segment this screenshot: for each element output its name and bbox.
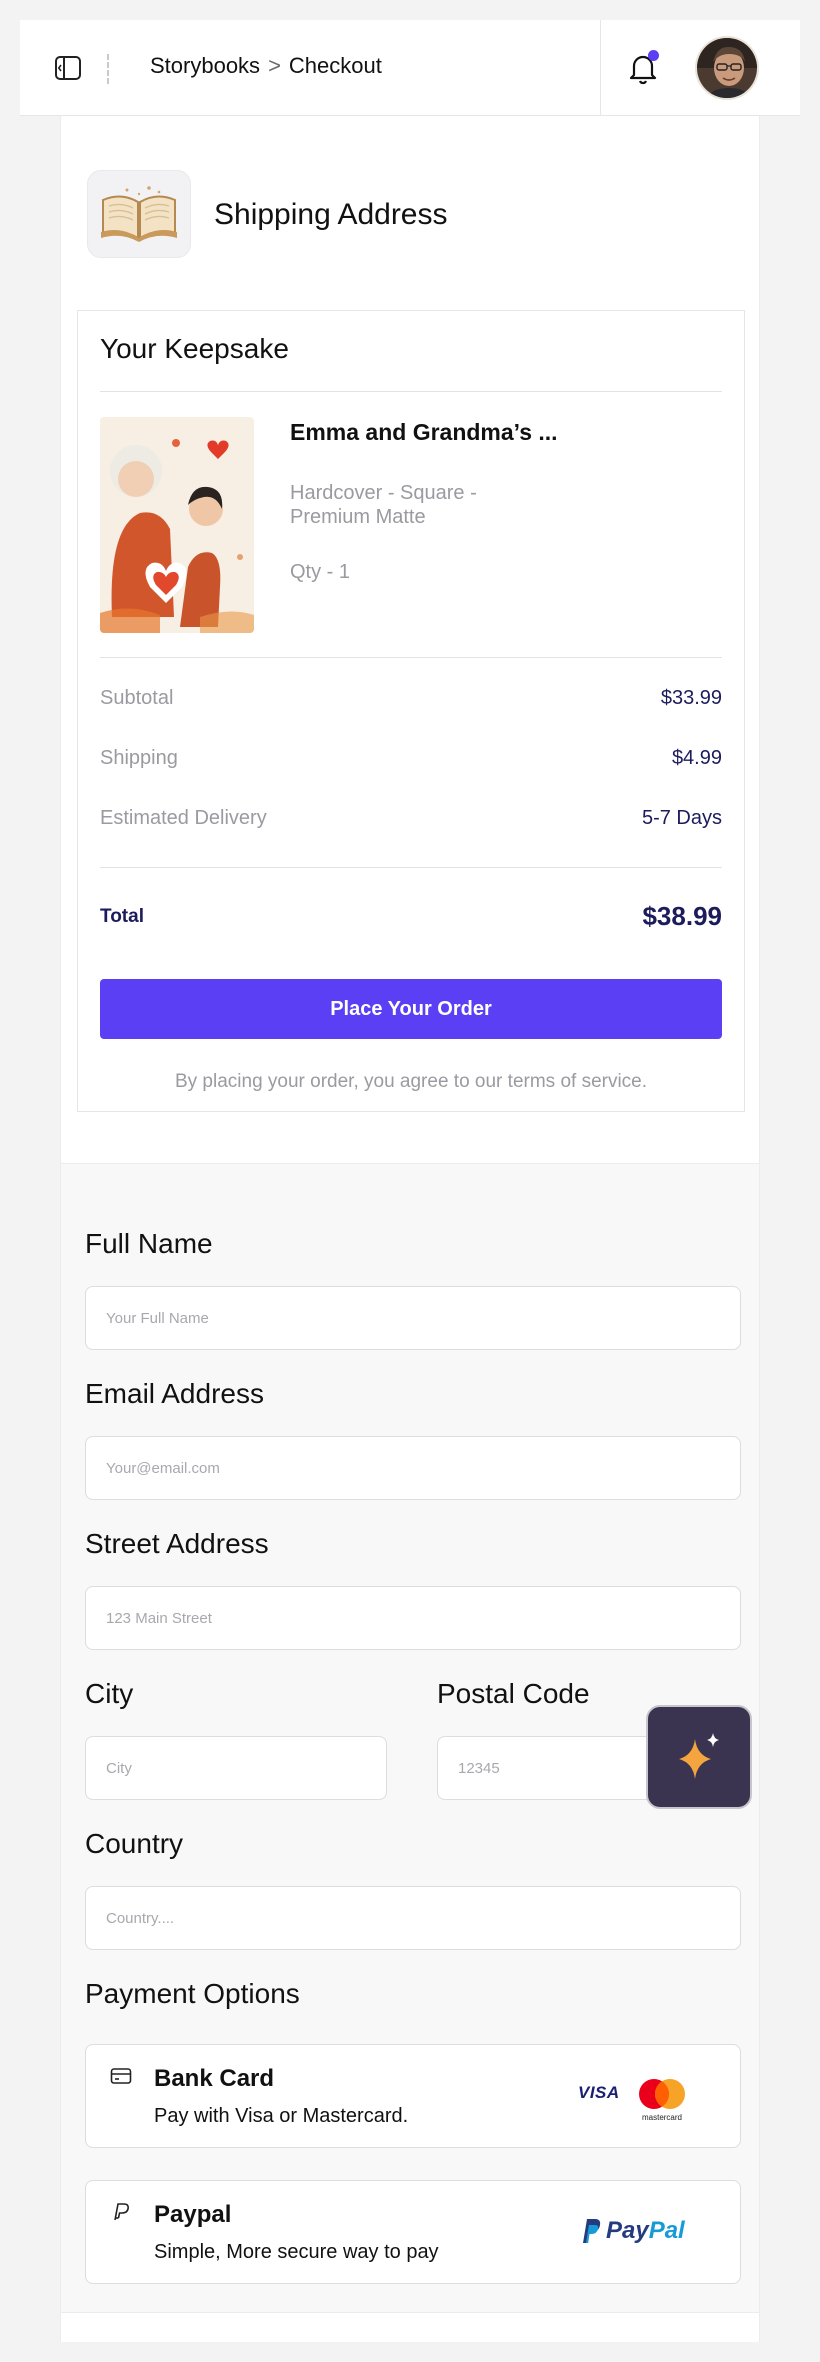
- shipping-card: Shipping Address Your Keepsake Emma and …: [60, 116, 760, 1164]
- svg-text:mastercard: mastercard: [642, 2113, 682, 2122]
- country-label: Country: [85, 1828, 184, 1859]
- open-book-icon: [87, 170, 191, 258]
- paypal-word-pay: Pay: [606, 2217, 649, 2244]
- book-variant: Hardcover - Square - Premium Matte: [290, 482, 477, 528]
- summary-label: Shipping: [100, 747, 178, 769]
- terms-note: By placing your order, you agree to our …: [174, 1071, 648, 1092]
- mastercard-logo: mastercard: [634, 2075, 690, 2123]
- total-value: $38.99: [642, 901, 722, 931]
- full-name-input[interactable]: [85, 1286, 741, 1350]
- visa-logo: VISA: [578, 2083, 620, 2102]
- header-divider: [107, 54, 109, 84]
- summary-row-subtotal: Subtotal $33.99: [100, 687, 722, 710]
- breadcrumb: Storybooks > Checkout: [150, 53, 382, 79]
- payment-option-paypal[interactable]: Paypal Simple, More secure way to pay Pa…: [85, 2180, 741, 2284]
- header-actions: [600, 20, 800, 116]
- summary-row-total: Total $38.99: [100, 901, 722, 932]
- street-input[interactable]: [85, 1586, 741, 1650]
- place-order-button[interactable]: Place Your Order: [100, 979, 722, 1039]
- sidebar-toggle-icon[interactable]: [52, 52, 84, 84]
- notification-bell-icon[interactable]: [623, 48, 663, 88]
- summary-label: Subtotal: [100, 687, 174, 709]
- email-input[interactable]: [85, 1436, 741, 1500]
- divider: [100, 867, 722, 868]
- book-title: Emma and Grandma’s ...: [290, 419, 558, 445]
- paypal-logo: PayPal: [578, 2217, 685, 2245]
- city-input[interactable]: [85, 1736, 387, 1800]
- total-label: Total: [100, 905, 144, 927]
- breadcrumb-checkout: Checkout: [288, 53, 382, 78]
- payment-option-name: Paypal: [154, 2201, 232, 2228]
- divider: [100, 391, 722, 392]
- summary-value: 5-7 Days: [641, 807, 722, 829]
- email-label: Email Address: [85, 1378, 264, 1409]
- full-name-label: Full Name: [85, 1228, 213, 1259]
- payment-options-title: Payment Options: [85, 1978, 300, 2009]
- credit-card-icon: [110, 2065, 132, 2087]
- summary-value: $33.99: [660, 687, 722, 709]
- divider: [100, 657, 722, 658]
- summary-row-shipping: Shipping $4.99: [100, 747, 722, 770]
- postal-code-label: Postal Code: [437, 1678, 590, 1709]
- top-bar: Storybooks > Checkout: [20, 20, 800, 116]
- summary-label: Estimated Delivery: [100, 807, 267, 829]
- payment-option-description: Pay with Visa or Mastercard.: [154, 2105, 409, 2127]
- page-footer-edge: [60, 2312, 760, 2342]
- payment-option-bank-card[interactable]: Bank Card Pay with Visa or Mastercard. V…: [85, 2044, 741, 2148]
- shipping-title: Shipping Address: [214, 198, 448, 231]
- sparkle-icon: [679, 1733, 719, 1779]
- summary-value: $4.99: [671, 747, 722, 769]
- book-quantity: Qty - 1: [290, 561, 351, 583]
- paypal-icon: [110, 2201, 132, 2223]
- payment-option-description: Simple, More secure way to pay: [154, 2241, 439, 2263]
- city-label: City: [85, 1678, 134, 1709]
- payment-option-name: Bank Card: [154, 2065, 275, 2092]
- avatar[interactable]: [695, 36, 759, 100]
- street-label: Street Address: [85, 1528, 269, 1559]
- breadcrumb-storybooks[interactable]: Storybooks: [150, 53, 260, 79]
- keepsake-summary: Your Keepsake Emma and Grandma’s ... Har…: [77, 310, 745, 1112]
- country-input[interactable]: [85, 1886, 741, 1950]
- paypal-word-pal: Pal: [648, 2217, 685, 2244]
- breadcrumb-separator: >: [268, 53, 281, 78]
- keepsake-title: Your Keepsake: [100, 333, 289, 364]
- summary-row-delivery: Estimated Delivery 5-7 Days: [100, 807, 722, 830]
- notification-dot: [648, 50, 659, 61]
- book-cover-image: [100, 417, 254, 633]
- sparkle-assistant-button[interactable]: [646, 1705, 752, 1809]
